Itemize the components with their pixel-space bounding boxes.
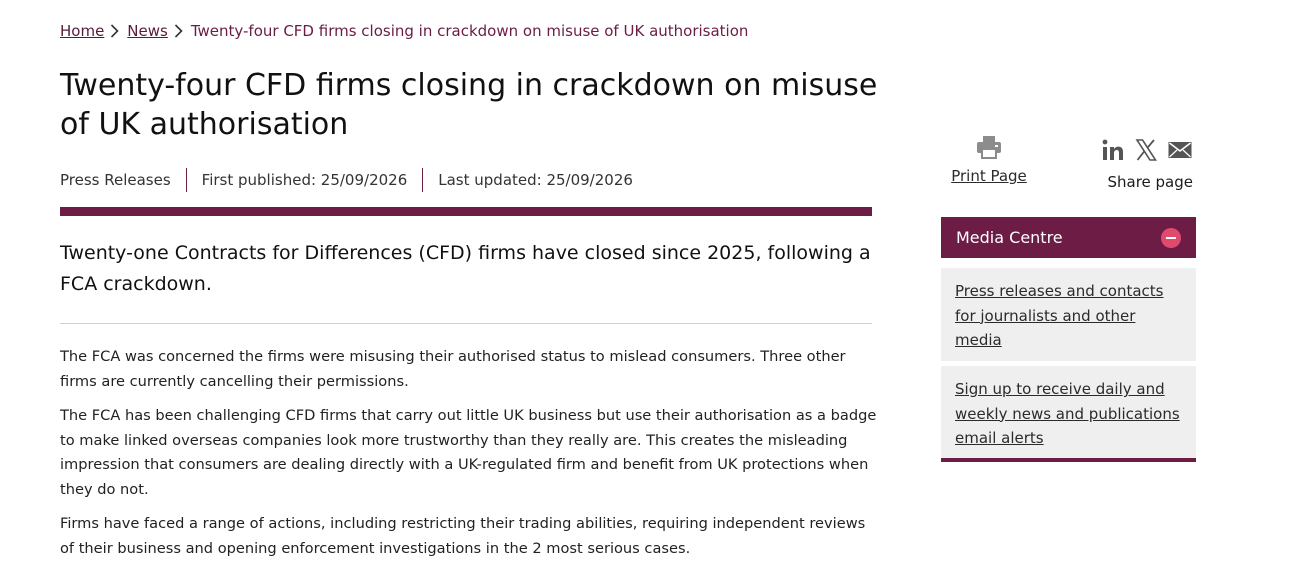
article-paragraph: The FCA was concerned the firms were mis… [60, 348, 846, 390]
article-paragraph: Firms have faced a range of actions, inc… [60, 515, 866, 557]
share-page-label: Share page [1107, 173, 1193, 191]
title-divider-bar [60, 207, 872, 216]
printer-icon[interactable] [976, 134, 1002, 160]
meta-divider [422, 168, 424, 192]
article-body: The FCA was concerned the firms were mis… [60, 345, 880, 571]
email-icon[interactable] [1167, 139, 1193, 161]
press-releases-link[interactable]: Press releases and contacts for journali… [955, 282, 1163, 349]
linkedin-icon[interactable] [1101, 138, 1125, 162]
media-centre-bottom-bar [941, 458, 1196, 462]
article-meta: Press Releases First published: 25/09/20… [60, 168, 633, 192]
first-published-date: First published: 25/09/2026 [201, 171, 408, 189]
meta-divider [185, 168, 187, 192]
page-tools: Print Page Share page [940, 134, 1196, 194]
chevron-right-icon [111, 24, 119, 38]
x-icon[interactable] [1134, 138, 1158, 162]
breadcrumb-current: Twenty-four CFD firms closing in crackdo… [190, 22, 749, 40]
collapse-icon[interactable] [1161, 227, 1181, 248]
email-alerts-signup-link[interactable]: Sign up to receive daily and weekly news… [955, 380, 1180, 447]
last-updated-date: Last updated: 25/09/2026 [438, 171, 633, 189]
page-title: Twenty-four CFD firms closing in crackdo… [60, 68, 878, 142]
print-page: Print Page [949, 134, 1029, 185]
article-category: Press Releases [60, 171, 171, 189]
breadcrumb: Home News Twenty-four CFD firms closing … [60, 22, 748, 40]
content-divider [60, 323, 872, 324]
article-paragraph: The FCA has been challenging CFD firms t… [60, 407, 877, 498]
media-centre-item: Press releases and contacts for journali… [941, 268, 1196, 361]
media-centre-title: Media Centre [956, 228, 1063, 247]
print-page-link[interactable]: Print Page [951, 167, 1027, 185]
media-centre-header[interactable]: Media Centre [941, 217, 1196, 258]
share-page: Share page [1101, 134, 1193, 191]
breadcrumb-home-link[interactable]: Home [60, 22, 104, 40]
chevron-right-icon [174, 24, 183, 38]
article-lede: Twenty-one Contracts for Differences (CF… [60, 242, 871, 295]
media-centre-item: Sign up to receive daily and weekly news… [941, 366, 1196, 458]
breadcrumb-news-link[interactable]: News [127, 22, 168, 40]
